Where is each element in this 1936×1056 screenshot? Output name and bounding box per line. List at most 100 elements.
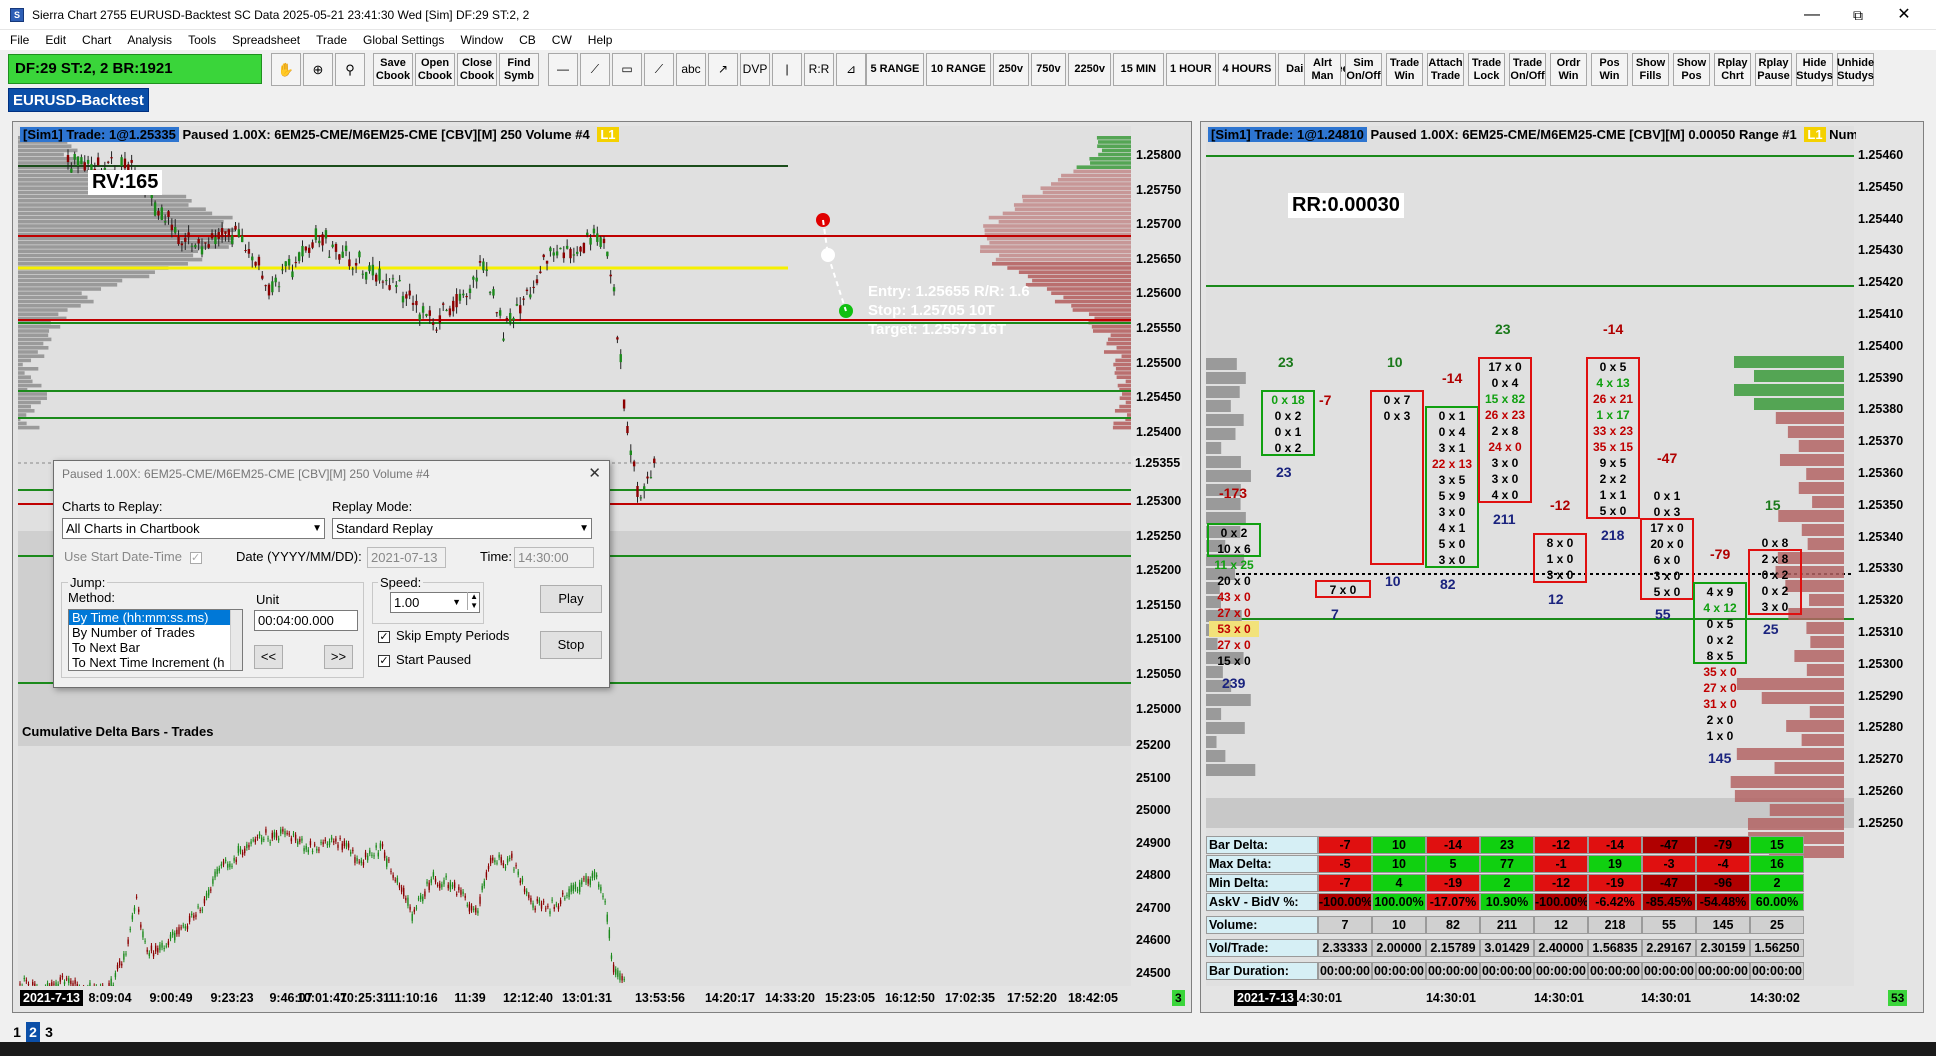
volume-profile-bar (18, 296, 88, 300)
find-symb-button[interactable]: Find Symb (499, 53, 539, 86)
speed-input[interactable]: 1.00 ▼ ▲ ▼ (390, 592, 480, 613)
footprint-cell: 0 x 1 (1427, 408, 1477, 424)
dialog-close-icon[interactable]: ✕ (588, 464, 601, 482)
skip-empty-checkbox[interactable]: ✓ Skip Empty Periods (378, 628, 509, 643)
trade-win-button[interactable]: Trade Win (1386, 53, 1423, 86)
minimize-button[interactable]: — (1792, 4, 1832, 26)
mode-select[interactable]: Standard Replay ▼ (332, 518, 592, 539)
unit-input[interactable]: 00:04:00.000 (254, 610, 358, 631)
menu-trade[interactable]: Trade (306, 30, 352, 47)
menu-chart[interactable]: Chart (72, 30, 116, 47)
chart-tab-2[interactable]: 2 (26, 1022, 40, 1042)
period-1-hour-button[interactable]: 1 HOUR (1166, 53, 1216, 86)
trade-on-off-button[interactable]: Trade On/Off (1509, 53, 1546, 86)
menu-help[interactable]: Help (578, 30, 618, 47)
right-left-profile-bar (1206, 358, 1237, 370)
sim-on-off-button[interactable]: Sim On/Off (1345, 53, 1382, 86)
jump-forward-button[interactable]: >> (324, 645, 353, 669)
method-option[interactable]: To Next Time Increment (h (69, 655, 242, 670)
period-15-min-button[interactable]: 15 MIN (1113, 53, 1163, 86)
stats-cell: 2 (1480, 874, 1534, 892)
jump-back-button[interactable]: << (254, 645, 283, 669)
delta-candle (469, 904, 470, 911)
rplay-pause-button[interactable]: Rplay Pause (1755, 53, 1792, 86)
trade-lock-button[interactable]: Trade Lock (1468, 53, 1505, 86)
hline-tool-icon[interactable]: — (548, 53, 578, 86)
pos-win-button[interactable]: Pos Win (1591, 53, 1628, 86)
period-250v-button[interactable]: 250v (993, 53, 1029, 86)
start-paused-checkbox[interactable]: ✓ Start Paused (378, 652, 471, 667)
stats-cell: 00:00:00 (1318, 962, 1372, 980)
text-tool-icon[interactable]: abc (676, 53, 706, 86)
ordr-win-button[interactable]: Ordr Win (1550, 53, 1587, 86)
stats-cell: 00:00:00 (1534, 962, 1588, 980)
menu-tools[interactable]: Tools (178, 30, 221, 47)
menu-global-settings[interactable]: Global Settings (353, 30, 449, 47)
time-input[interactable]: 14:30:00 (514, 547, 594, 568)
delta-candle (579, 882, 580, 891)
hand-icon[interactable]: ✋ (271, 53, 301, 86)
menu-cb[interactable]: CB (509, 30, 541, 47)
menu-window[interactable]: Window (450, 30, 508, 47)
period-2250v-button[interactable]: 2250v (1068, 53, 1111, 86)
alrt-man-button[interactable]: Alrt Man (1304, 53, 1341, 86)
menu-analysis[interactable]: Analysis (117, 30, 177, 47)
line-tool-icon[interactable]: ⟋ (580, 53, 610, 86)
show-fills-button[interactable]: Show Fills (1632, 53, 1669, 86)
right-left-profile-bar (1206, 386, 1240, 398)
charts-select[interactable]: All Charts in Chartbook ▼ (62, 518, 325, 539)
method-list[interactable]: By Time (hh:mm:ss.ms) By Number of Trades… (68, 609, 243, 671)
vline-tool-icon[interactable]: | (772, 53, 802, 86)
period-5-range-button[interactable]: 5 RANGE (866, 53, 924, 86)
volume-profile-bar (18, 384, 41, 388)
period-10-range-button[interactable]: 10 RANGE (926, 53, 991, 86)
method-scrollbar[interactable] (230, 610, 242, 670)
price-axis-label: 1.25200 (1136, 563, 1181, 577)
spin-icon[interactable]: ▲ ▼ (467, 592, 478, 610)
rr-tool-icon[interactable]: R:R (804, 53, 834, 86)
stats-cell: -85.45% (1642, 893, 1696, 911)
delta-candle (229, 864, 230, 867)
footprint-cell: 0 x 2 (1209, 525, 1259, 541)
period-750v-button[interactable]: 750v (1031, 53, 1067, 86)
menu-edit[interactable]: Edit (35, 30, 71, 47)
menu-file[interactable]: File (0, 30, 34, 47)
use-start-checkbox[interactable]: Use Start Date-Time ✓ (64, 549, 208, 564)
delta-candle (397, 878, 398, 883)
price-candle (151, 195, 153, 198)
close-window-button[interactable]: ✕ (1884, 4, 1924, 26)
price-candle (546, 261, 548, 264)
magnifier-icon[interactable]: ⚲ (335, 53, 365, 86)
method-option[interactable]: By Number of Trades (69, 625, 242, 640)
stop-button[interactable]: Stop (540, 631, 602, 659)
attach-trade-button[interactable]: Attach Trade (1427, 53, 1464, 86)
menu-spreadsheet[interactable]: Spreadsheet (222, 30, 305, 47)
save-cbook-button[interactable]: Save Cbook (373, 53, 413, 86)
maximize-button[interactable]: ⧉ (1838, 4, 1878, 26)
chart-tab-1[interactable]: 1 (10, 1022, 24, 1042)
show-pos-button[interactable]: Show Pos (1673, 53, 1710, 86)
hide-studys-button[interactable]: Hide Studys (1796, 53, 1833, 86)
symbol-tab[interactable]: EURUSD-Backtest (8, 88, 149, 112)
method-option[interactable]: To Next Bar (69, 640, 242, 655)
rplay-chrt-button[interactable]: Rplay Chrt (1714, 53, 1751, 86)
rect-tool-icon[interactable]: ▭ (612, 53, 642, 86)
unhide-studys-button[interactable]: Unhide Studys (1837, 53, 1874, 86)
delta-candle (558, 906, 559, 909)
play-button[interactable]: Play (540, 585, 602, 613)
method-option[interactable]: By Time (hh:mm:ss.ms) (69, 610, 242, 625)
crosshair-icon[interactable]: ⊕ (303, 53, 333, 86)
close-cbook-button[interactable]: Close Cbook (457, 53, 497, 86)
arrow-tool-icon[interactable]: ↗ (708, 53, 738, 86)
dvp-tool-icon[interactable]: DVP (740, 53, 770, 86)
ruler-tool-icon[interactable]: ⊿ (836, 53, 866, 86)
sierra-chart-app: S Sierra Chart 2755 EURUSD-Backtest SC D… (0, 0, 1936, 1056)
menu-cw[interactable]: CW (542, 30, 577, 47)
ray-tool-icon[interactable]: ⟋ (644, 53, 674, 86)
open-cbook-button[interactable]: Open Cbook (415, 53, 455, 86)
period-4-hours-button[interactable]: 4 HOURS (1218, 53, 1276, 86)
price-candle (110, 157, 112, 158)
date-input[interactable]: 2021-07-13 (367, 547, 446, 568)
price-candle (640, 497, 642, 498)
chart-tab-3[interactable]: 3 (42, 1022, 56, 1042)
